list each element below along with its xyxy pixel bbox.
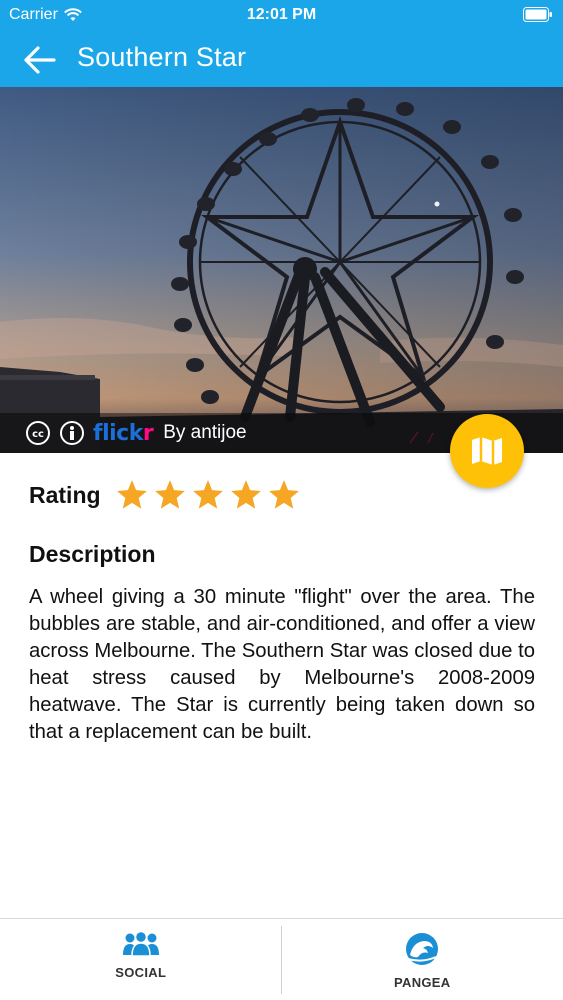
status-time: 12:01 PM [246,6,317,23]
photo-credit-author[interactable]: By antijoe [163,422,246,444]
tab-social-label: SOCIAL [115,965,167,980]
tab-pangea-label: PANGEA [394,975,451,990]
map-icon [472,437,502,465]
star-icon [154,480,185,509]
arrow-left-icon [24,46,56,74]
navigation-bar: Southern Star [0,30,563,87]
description-text: A wheel giving a 30 minute "flight" over… [29,586,535,743]
rating-row: Rating [29,478,301,512]
pangea-wave-icon [406,933,439,965]
ferris-wheel-photo [0,87,563,453]
star-icon [192,480,223,509]
creative-commons-icon: cc [26,421,50,445]
attribution-icon [60,421,84,445]
star-icon [268,480,299,509]
map-button[interactable] [450,414,524,488]
svg-text:cc: cc [32,429,44,440]
flickr-logo-part2: r [142,420,154,446]
tab-social[interactable]: SOCIAL [0,919,282,1000]
battery-icon [523,7,552,22]
page-title: Southern Star [77,42,247,72]
tab-pangea[interactable]: PANGEA [282,919,563,1000]
status-bar: Carrier 12:01 PM [0,0,563,30]
description-heading: Description [29,541,156,567]
rating-label: Rating [29,481,101,508]
rating-stars [115,478,301,512]
flickr-logo[interactable]: flickr [93,420,154,446]
star-icon [116,480,147,509]
tab-divider [281,926,282,994]
back-button[interactable] [20,40,60,80]
hero-photo: cc flickr By antijoe [0,87,563,453]
people-icon [122,931,159,957]
star-icon [230,480,261,509]
flickr-logo-part1: flick [93,420,143,446]
